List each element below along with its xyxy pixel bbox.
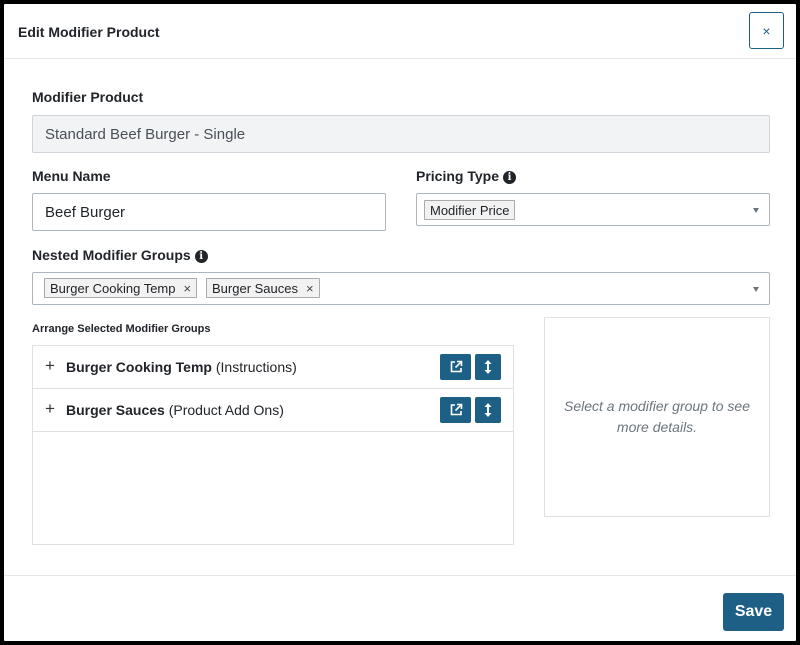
modifier-group-row[interactable]: + Burger Cooking Temp (Instructions) (33, 346, 513, 389)
external-link-icon (450, 403, 462, 416)
open-group-button[interactable] (440, 354, 471, 380)
external-link-icon (450, 360, 462, 373)
nested-modifier-groups-select[interactable]: Burger Cooking Temp × Burger Sauces × (32, 272, 770, 305)
modifier-product-label: Modifier Product (32, 89, 144, 105)
reorder-group-button[interactable] (475, 397, 501, 423)
nested-modifier-groups-label-text: Nested Modifier Groups (32, 247, 191, 263)
open-group-button[interactable] (440, 397, 471, 423)
modifier-group-name: Burger Cooking Temp (66, 359, 212, 375)
remove-tag-icon[interactable]: × (306, 281, 314, 296)
save-button[interactable]: Save (723, 593, 784, 631)
nested-group-tag: Burger Sauces × (206, 278, 320, 298)
caret-down-icon (753, 207, 759, 213)
group-details-placeholder: Select a modifier group to see more deta… (564, 398, 750, 435)
modifier-group-row[interactable]: + Burger Sauces (Product Add Ons) (33, 389, 513, 432)
modal-title: Edit Modifier Product (18, 24, 160, 40)
modifier-product-field: Standard Beef Burger - Single (32, 115, 770, 153)
modifier-group-row-label: Burger Sauces (Product Add Ons) (66, 402, 284, 418)
pricing-type-select[interactable]: Modifier Price (416, 193, 770, 226)
modifier-group-name: Burger Sauces (66, 402, 165, 418)
close-button[interactable]: × (749, 12, 784, 49)
pricing-type-label: Pricing Type i (416, 168, 516, 184)
arrows-vertical-icon (484, 360, 492, 374)
arrange-groups-label: Arrange Selected Modifier Groups (32, 323, 211, 335)
arrows-vertical-icon (484, 403, 492, 417)
modal-footer: Save (4, 575, 796, 641)
info-circle-icon: i (502, 171, 516, 184)
modal-header: Edit Modifier Product × (4, 4, 796, 59)
nested-group-tag-text: Burger Cooking Temp (50, 281, 176, 296)
modifier-group-type: (Instructions) (215, 359, 297, 375)
modifier-group-type: (Product Add Ons) (168, 402, 284, 418)
nested-group-tag-text: Burger Sauces (212, 281, 298, 296)
menu-name-input[interactable]: Beef Burger (32, 193, 386, 231)
nested-group-tag: Burger Cooking Temp × (44, 278, 198, 298)
group-details-panel: Select a modifier group to see more deta… (544, 317, 770, 517)
close-icon: × (762, 22, 771, 39)
menu-name-label: Menu Name (32, 168, 111, 184)
modifier-group-row-label: Burger Cooking Temp (Instructions) (66, 359, 297, 375)
info-circle-icon: i (194, 250, 208, 263)
remove-tag-icon[interactable]: × (184, 281, 192, 296)
expand-icon[interactable]: + (45, 400, 55, 417)
pricing-type-selected-tag: Modifier Price (424, 200, 516, 220)
reorder-group-button[interactable] (475, 354, 501, 380)
nested-modifier-groups-label: Nested Modifier Groups i (32, 247, 208, 263)
pricing-type-selected-text: Modifier Price (430, 203, 510, 218)
edit-modifier-product-modal: Edit Modifier Product × Modifier Product… (4, 4, 796, 641)
expand-icon[interactable]: + (45, 357, 55, 374)
arrange-groups-panel: + Burger Cooking Temp (Instructions) + B… (32, 345, 514, 545)
caret-down-icon (753, 286, 759, 292)
pricing-type-label-text: Pricing Type (416, 168, 499, 184)
